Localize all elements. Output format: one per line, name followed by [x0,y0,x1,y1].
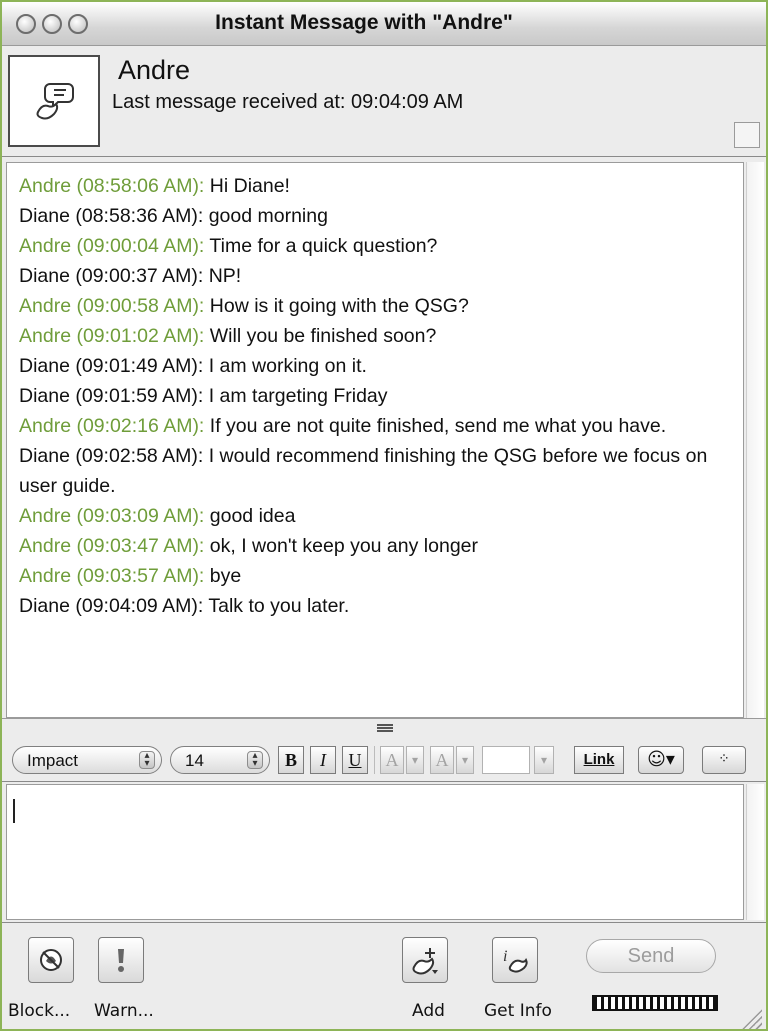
block-label: Block... [8,1001,71,1021]
font-select[interactable]: Impact ▴ ▾ [12,746,162,774]
warn-button[interactable] [98,937,144,983]
splitter-grip-icon[interactable] [377,724,393,732]
color-swatch-menu-icon[interactable]: ▾ [534,746,554,774]
message-sender: Andre (08:58:06 AM): [19,175,205,197]
add-buddy-icon [412,948,438,975]
get-info-button[interactable]: i [492,937,538,983]
message-row: Diane (08:58:36 AM): good morning [19,201,731,231]
message-row: Andre (09:00:04 AM): Time for a quick qu… [19,231,731,261]
message-row: Diane (09:01:49 AM): I am working on it. [19,351,731,381]
im-window: Instant Message with "Andre" Andre Last … [0,0,768,1031]
message-sender: Andre (09:02:16 AM): [19,415,205,437]
header-toggle-box[interactable] [734,122,760,148]
size-select[interactable]: 14 ▴ ▾ [170,746,270,774]
svg-text:i: i [503,948,507,965]
message-row: Andre (09:02:16 AM): If you are not quit… [19,411,731,441]
message-text: Time for a quick question? [204,235,438,257]
message-row: Diane (09:00:37 AM): NP! [19,261,731,291]
add-button[interactable] [402,937,448,983]
pane-splitter[interactable] [2,718,766,740]
input-scrollbar[interactable] [746,784,764,920]
message-text: ok, I won't keep you any longer [204,535,478,557]
minimize-window-button[interactable] [42,14,62,34]
message-sender: Diane (09:02:58 AM): [19,445,204,467]
bold-button[interactable]: B [278,746,304,774]
message-sender: Diane (09:04:09 AM): [19,595,204,617]
window-title: Instant Message with "Andre" [215,11,513,34]
message-sender: Diane (08:58:36 AM): [19,205,204,227]
zoom-window-button[interactable] [68,14,88,34]
message-sender: Andre (09:01:02 AM): [19,325,205,347]
message-text: bye [204,565,242,587]
color-swatch[interactable] [482,746,530,774]
buddy-icon[interactable] [8,55,100,147]
toolbar-options-icon[interactable]: ⁘ [702,746,746,774]
message-sender: Andre (09:03:47 AM): [19,535,205,557]
title-bar[interactable]: Instant Message with "Andre" [2,2,766,46]
info-icon: i [503,948,528,973]
message-transcript[interactable]: Andre (08:58:06 AM): Hi Diane! Diane (08:… [6,162,744,718]
buddy-avatar-icon [36,83,74,120]
background-color-button[interactable]: A [430,746,454,774]
underline-button[interactable]: U [342,746,368,774]
text-color-button[interactable]: A [380,746,404,774]
resize-handle-icon[interactable] [740,1007,762,1029]
message-text: Hi Diane! [204,175,290,197]
message-sender: Diane (09:00:37 AM): [19,265,204,287]
message-sender: Andre (09:00:58 AM): [19,295,205,317]
size-select-value: 14 [185,751,204,770]
message-sender: Diane (09:01:59 AM): [19,385,204,407]
message-text: good idea [204,505,296,527]
buddy-header: Andre Last message received at: 09:04:09… [2,47,766,157]
block-button[interactable] [28,937,74,983]
message-text: I am targeting Friday [203,385,388,407]
message-row: Andre (09:01:02 AM): Will you be finishe… [19,321,731,351]
close-window-button[interactable] [16,14,36,34]
message-row: Diane (09:01:59 AM): I am targeting Frid… [19,381,731,411]
transcript-scrollbar[interactable] [746,162,764,718]
block-icon [40,949,62,971]
smiley-menu-icon[interactable]: ☺▾ [638,746,684,774]
message-text: I am working on it. [203,355,367,377]
message-text: good morning [203,205,328,227]
message-text: Talk to you later. [203,595,350,617]
send-button[interactable]: Send [586,939,716,973]
text-caret [13,799,15,823]
background-color-menu-icon[interactable]: ▾ [456,746,474,774]
size-select-arrows-icon: ▴ ▾ [247,751,263,769]
message-row: Andre (09:03:57 AM): bye [19,561,731,591]
message-row: Andre (08:58:06 AM): Hi Diane! [19,171,731,201]
message-input[interactable] [6,784,744,920]
message-text: Will you be finished soon? [204,325,437,347]
link-button[interactable]: Link [574,746,624,774]
message-row: Diane (09:04:09 AM): Talk to you later. [19,591,731,621]
message-sender: Diane (09:01:49 AM): [19,355,204,377]
message-sender: Andre (09:03:57 AM): [19,565,205,587]
message-text: If you are not quite finished, send me w… [204,415,667,437]
message-row: Diane (09:02:58 AM): I would recommend f… [19,441,731,501]
buddy-name: Andre [118,55,191,85]
typing-meter [592,995,718,1011]
message-row: Andre (09:00:58 AM): How is it going wit… [19,291,731,321]
message-row: Andre (09:03:47 AM): ok, I won't keep yo… [19,531,731,561]
italic-button[interactable]: I [310,746,336,774]
font-select-arrows-icon: ▴ ▾ [139,751,155,769]
format-toolbar: Impact ▴ ▾ 14 ▴ ▾ B I U A ▾ A ▾ ▾ Link ☺▾ … [2,740,766,782]
message-text: How is it going with the QSG? [204,295,469,317]
message-text: NP! [203,265,242,287]
text-color-menu-icon[interactable]: ▾ [406,746,424,774]
action-bar: Block... Warn... Add i Get Info Send [2,922,766,1029]
warn-icon [118,949,124,972]
font-select-value: Impact [27,751,79,770]
last-message-time: Last message received at: 09:04:09 AM [112,91,464,113]
get-info-label: Get Info [484,1001,552,1021]
toolbar-divider [374,746,375,774]
warn-label: Warn... [94,1001,154,1021]
message-sender: Andre (09:00:04 AM): [19,235,205,257]
message-sender: Andre (09:03:09 AM): [19,505,205,527]
add-label: Add [412,1001,445,1021]
message-row: Andre (09:03:09 AM): good idea [19,501,731,531]
